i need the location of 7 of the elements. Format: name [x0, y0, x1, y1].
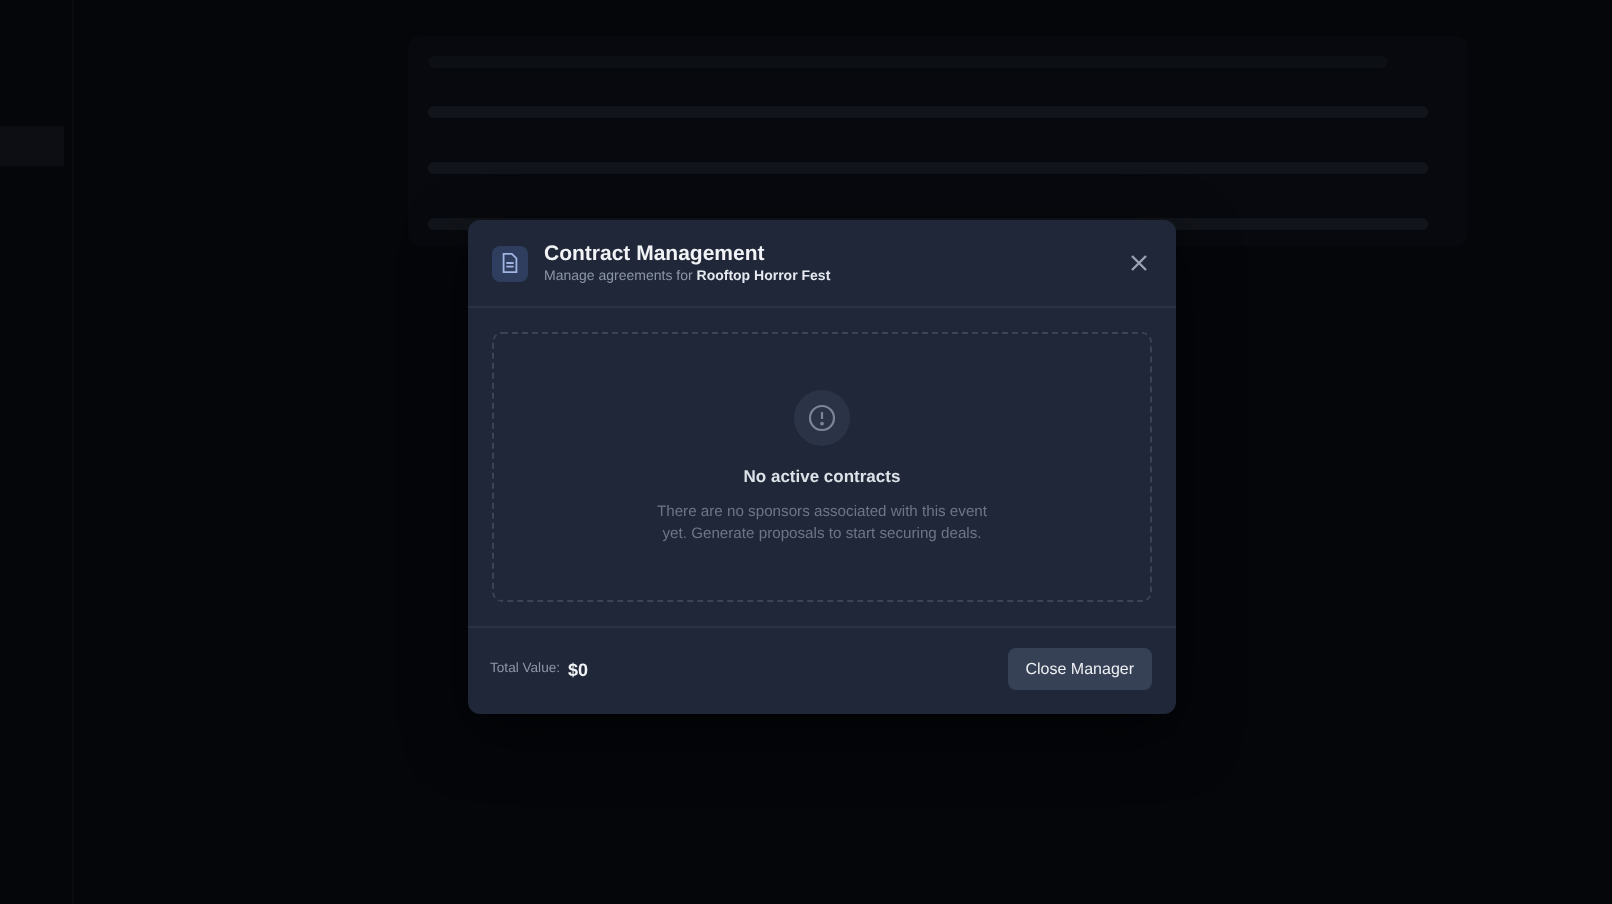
- document-icon: [492, 245, 528, 281]
- close-manager-button[interactable]: Close Manager: [1007, 648, 1152, 690]
- total-value: $0: [568, 659, 591, 679]
- close-icon[interactable]: [1126, 250, 1152, 276]
- dialog-title: Contract Management: [544, 242, 767, 266]
- empty-state-title: No active contracts: [743, 466, 901, 486]
- alert-icon: [794, 390, 850, 446]
